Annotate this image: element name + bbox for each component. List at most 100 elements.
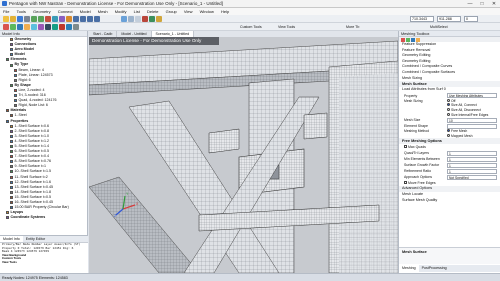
coord-x-field[interactable]: 710.3443 <box>410 16 434 22</box>
surface-mesh-quality-item[interactable]: Surface Mesh Quality <box>399 198 500 204</box>
radio-icon <box>447 133 450 137</box>
element-icon[interactable] <box>38 24 44 30</box>
curve-icon[interactable] <box>10 24 16 30</box>
material-icon[interactable] <box>45 24 51 30</box>
menu-bar: File Tools Geometry Connect Model Mesh M… <box>0 8 500 15</box>
toolbox-edit-icon[interactable] <box>406 37 410 42</box>
layer-icon[interactable] <box>66 16 72 22</box>
entity-icon <box>10 190 13 194</box>
constraint-icon[interactable] <box>66 24 72 30</box>
label-icon[interactable] <box>156 16 162 22</box>
max-quads-label: Max Quads <box>408 145 426 150</box>
open-icon[interactable] <box>10 16 16 22</box>
surface-icon[interactable] <box>17 24 23 30</box>
maximize-button[interactable]: □ <box>476 0 488 8</box>
toolbox-refresh-icon[interactable] <box>411 37 415 42</box>
toolbox-footer-title: Mesh Surface <box>402 250 427 254</box>
entity-icon <box>10 145 13 149</box>
coord-y-field[interactable]: 911.288 <box>437 16 461 22</box>
save-icon[interactable] <box>17 16 23 22</box>
checkbox-icon[interactable] <box>404 181 407 185</box>
surface-growth-factor-input[interactable]: 1 <box>447 162 497 168</box>
toolbox-add-icon[interactable] <box>401 37 405 42</box>
folder-icon <box>10 53 13 57</box>
menu-connect[interactable]: Connect <box>55 8 76 15</box>
load-icon[interactable] <box>59 24 65 30</box>
menu-delete[interactable]: Delete <box>144 8 162 15</box>
group-icon[interactable] <box>59 16 65 22</box>
tab-postprocessing[interactable]: PostProcessing <box>419 265 450 272</box>
select-icon[interactable] <box>52 16 58 22</box>
toolbar-multiselect-tab[interactable]: MultiSelect <box>430 24 448 30</box>
new-icon[interactable] <box>3 16 9 22</box>
menu-geometry[interactable]: Geometry <box>30 8 54 15</box>
folder-icon <box>10 38 13 42</box>
refinement-ratio-label: Refinement Ratio <box>404 169 432 174</box>
refinement-ratio-input[interactable]: 1 <box>447 168 497 174</box>
zoom-icon[interactable] <box>94 16 100 22</box>
radio-icon <box>447 98 450 102</box>
toolbox-bottom-tabs: Meshing PostProcessing <box>399 265 500 272</box>
print-icon[interactable] <box>24 16 30 22</box>
menu-modify[interactable]: Modify <box>112 8 130 15</box>
menu-mesh[interactable]: Mesh <box>95 8 111 15</box>
menu-list[interactable]: List <box>131 8 143 15</box>
node-icon[interactable] <box>31 24 37 30</box>
menu-group[interactable]: Group <box>163 8 180 15</box>
menu-help[interactable]: Help <box>218 8 232 15</box>
connector-plate-mesh <box>303 112 328 140</box>
menu-tools[interactable]: Tools <box>14 8 29 15</box>
wireframe-icon[interactable] <box>128 16 134 22</box>
coord-z-field[interactable]: 0 <box>464 16 478 22</box>
mesh-model-graphic <box>89 37 398 273</box>
pan-icon[interactable] <box>87 16 93 22</box>
menu-file[interactable]: File <box>0 8 12 15</box>
entity-icon <box>10 160 13 164</box>
minimize-button[interactable]: — <box>464 0 476 8</box>
property-select[interactable]: Use Meshing Attributes <box>447 93 497 99</box>
free-edge-icon[interactable] <box>149 16 155 22</box>
close-button[interactable]: ✕ <box>488 0 500 8</box>
shrink-icon[interactable] <box>142 16 148 22</box>
menu-view[interactable]: View <box>181 8 196 15</box>
quad-tri-layers-input[interactable]: 1 <box>447 150 497 156</box>
tree-item[interactable]: Coordinate Systems <box>0 215 87 220</box>
toolbar-view-tab[interactable]: View Tools <box>278 24 295 30</box>
entity-icon <box>10 134 13 138</box>
toolbar-custom-tools-tab[interactable]: Custom Tools <box>240 24 262 30</box>
mesh-size-label: Mesh Size <box>404 118 421 123</box>
graphics-viewport[interactable]: Demonstration License - For Demonstratio… <box>89 37 398 273</box>
solid-icon[interactable] <box>24 24 30 30</box>
min-elements-between-input[interactable]: 1 <box>447 156 497 162</box>
checkbox-icon[interactable] <box>404 145 407 149</box>
hidden-line-icon[interactable] <box>135 16 141 22</box>
undo-icon[interactable] <box>31 16 37 22</box>
tab-meshing[interactable]: Meshing <box>399 265 419 272</box>
menu-model[interactable]: Model <box>77 8 94 15</box>
entity-icon <box>10 150 13 154</box>
toolbox-settings-icon[interactable] <box>416 37 420 42</box>
tree-item-label: Coordinate Systems <box>10 215 46 220</box>
entity-icon <box>10 185 13 189</box>
render-icon[interactable] <box>121 16 127 22</box>
rotate-icon[interactable] <box>80 16 86 22</box>
menu-window[interactable]: Window <box>197 8 217 15</box>
analysis-icon[interactable] <box>73 24 79 30</box>
view-icon[interactable] <box>73 16 79 22</box>
approach-options-select[interactable]: Not Specified <box>447 174 497 180</box>
sizing-option-internal[interactable]: Size Internal/Free Edges <box>447 112 497 118</box>
toolbar-more-tab[interactable]: More Tb <box>346 24 359 30</box>
surface-growth-factor-label: Surface Growth Factor <box>404 163 440 168</box>
message-view-tools: View Tools <box>2 259 17 264</box>
element-shape-select[interactable] <box>447 123 497 129</box>
mesh-size-input[interactable]: 10 <box>447 117 497 123</box>
entity-icon <box>10 165 13 169</box>
entity-icon <box>10 124 13 128</box>
redo-icon[interactable] <box>38 16 44 22</box>
delete-icon[interactable] <box>45 16 51 22</box>
property-icon[interactable] <box>52 24 58 30</box>
entity-icon <box>10 180 13 184</box>
method-mapped-mesh[interactable]: Mapped Mesh <box>447 133 497 139</box>
point-icon[interactable] <box>3 24 9 30</box>
app-icon <box>2 1 7 6</box>
